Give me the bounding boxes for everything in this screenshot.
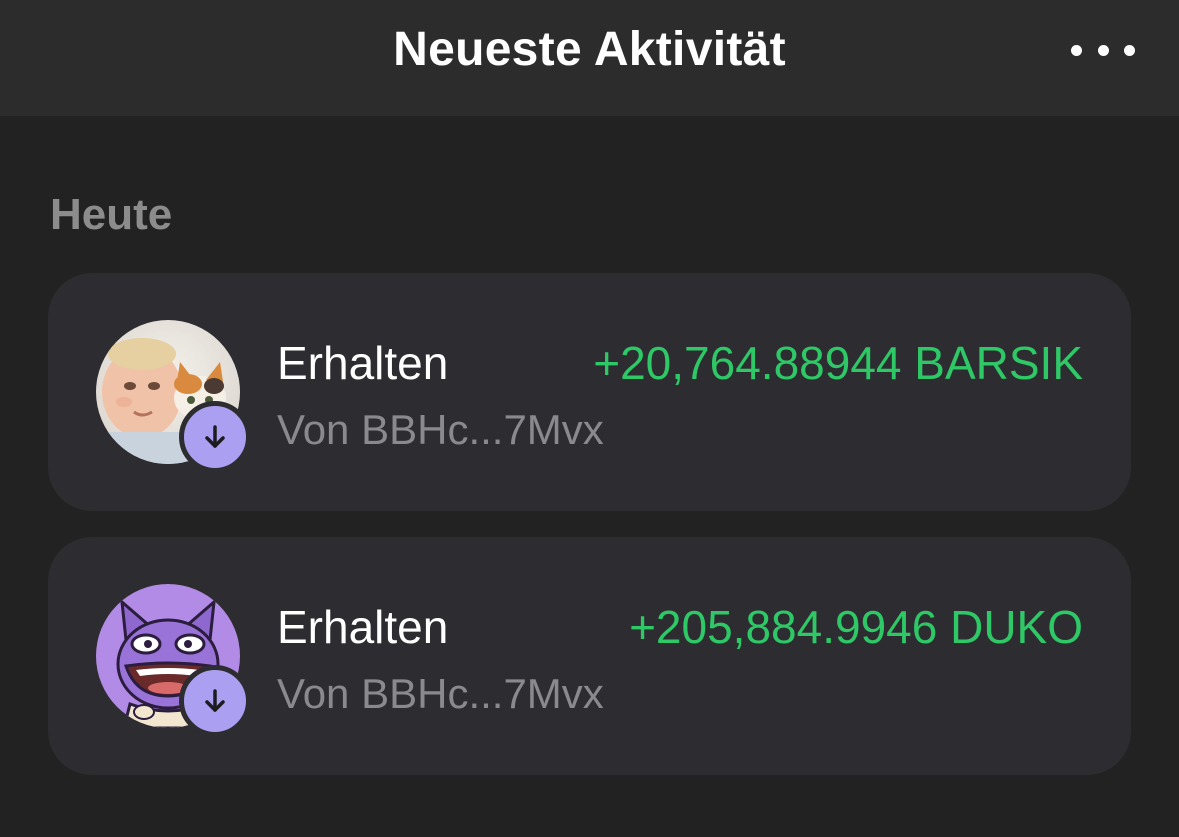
activity-item[interactable]: Erhalten +205,884.9946 DUKO Von BBHc...7… bbox=[48, 537, 1131, 775]
transaction-amount: +20,764.88944 BARSIK bbox=[593, 337, 1083, 389]
ellipsis-icon bbox=[1097, 44, 1109, 56]
transaction-sender: Von BBHc...7Mvx bbox=[277, 670, 604, 717]
transaction-type: Erhalten bbox=[277, 337, 449, 389]
transaction-sender: Von BBHc...7Mvx bbox=[277, 406, 604, 453]
received-badge bbox=[179, 665, 251, 737]
top-bar: Neueste Aktivität bbox=[0, 0, 1179, 116]
arrow-down-icon bbox=[205, 425, 225, 448]
ellipsis-icon bbox=[1071, 44, 1082, 56]
received-badge bbox=[179, 401, 251, 473]
activity-item[interactable]: Erhalten +20,764.88944 BARSIK Von BBHc..… bbox=[48, 273, 1131, 511]
more-options-button[interactable] bbox=[1071, 30, 1135, 70]
transaction-type: Erhalten bbox=[277, 601, 449, 653]
ellipsis-icon bbox=[1124, 44, 1135, 56]
token-avatar bbox=[96, 584, 251, 737]
arrow-down-icon bbox=[205, 689, 225, 712]
section-heading-today: Heute bbox=[50, 190, 173, 239]
token-avatar bbox=[96, 320, 251, 473]
page-title: Neueste Aktivität bbox=[393, 23, 786, 76]
transaction-amount: +205,884.9946 DUKO bbox=[629, 601, 1083, 653]
